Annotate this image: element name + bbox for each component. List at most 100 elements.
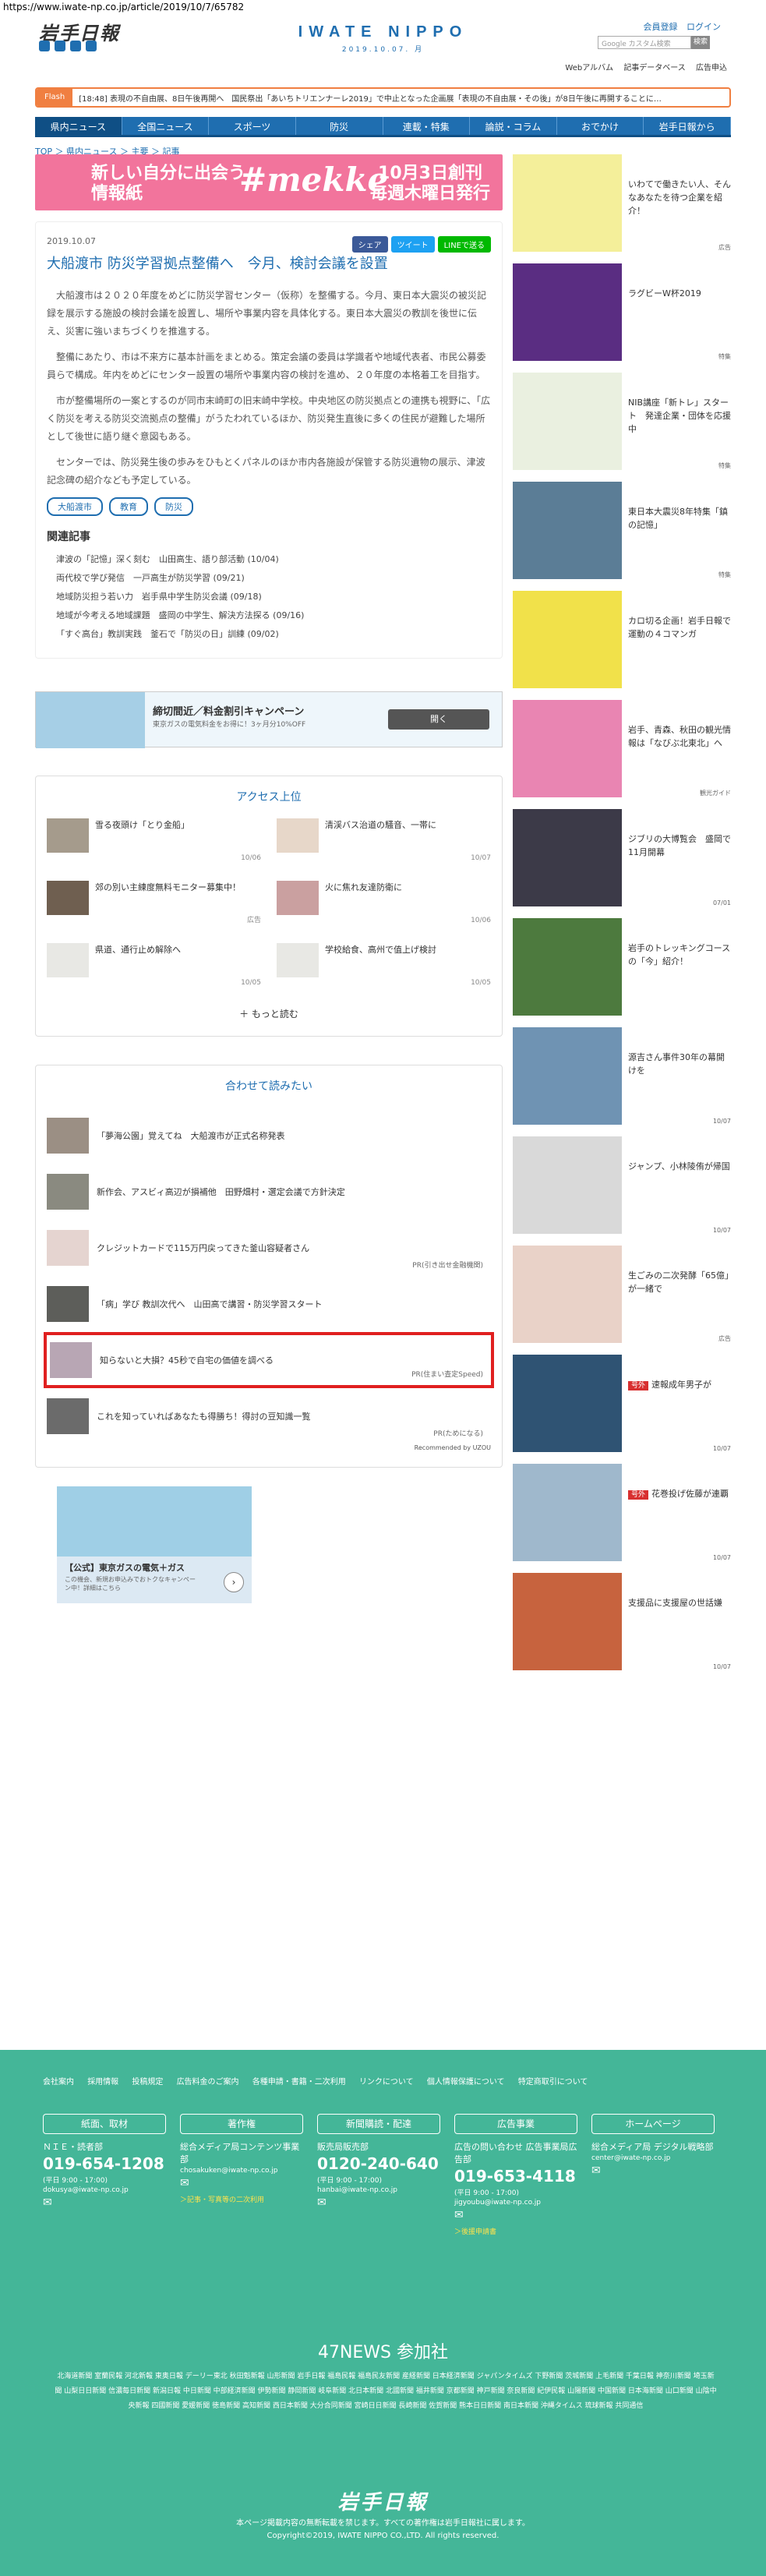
nav-item[interactable]: スポーツ <box>209 117 296 135</box>
secondary-use-link[interactable]: ＞記事・写真等の二次利用 <box>180 2194 303 2204</box>
sidebar-item[interactable]: 源吉さん事件30年の幕開けを 10/07 <box>513 1027 731 1125</box>
footer-link[interactable]: 採用情報 <box>87 2078 118 2087</box>
ad-open-button[interactable]: 開く <box>388 709 489 730</box>
footer-logo[interactable]: 岩手日報 <box>0 2486 766 2515</box>
tokyo-gas-ad[interactable]: 【公式】東京ガスの電気＋ガス この機会、新規お申込みでおトクなキャンペーン中！詳… <box>57 1486 252 1603</box>
contact-email[interactable]: hanbai@iwate-np.co.jp <box>317 2186 440 2194</box>
mail-icon[interactable]: ✉ <box>317 2196 327 2209</box>
related-link[interactable]: 地域防災担う若い力 岩手県中学生防災会議 (09/18) <box>47 588 491 606</box>
sublink[interactable]: Webアルバム <box>565 64 613 72</box>
footer-link[interactable]: 広告料金のご案内 <box>177 2078 239 2087</box>
sidebar-item-title: カロ切る企画！岩手日報で運動の４コマンガ <box>628 591 731 688</box>
sidebar-item-text: 岩手のトレッキングコースの「今」紹介！ <box>628 943 731 966</box>
contact-email[interactable]: chosakuken@iwate-np.co.jp <box>180 2167 303 2175</box>
nav-item[interactable]: 県内ニュース <box>35 117 122 135</box>
contact-phone[interactable]: 019-654-1208 <box>43 2154 166 2173</box>
ranking-title: アクセス上位 <box>236 791 302 804</box>
related-link[interactable]: 「すぐ高台」教訓実践 釜石で「防災の日」訓練 (09/02) <box>47 625 491 644</box>
tag[interactable]: 教育 <box>109 497 148 516</box>
contact-email[interactable]: dokusya@iwate-np.co.jp <box>43 2186 166 2194</box>
contact-dept: 総合メディア局 デジタル戦略部 <box>591 2142 714 2152</box>
list-item[interactable]: 新作会、アスビィ高辺が損補他 田野畑村・選定会議で方針決定 <box>47 1164 491 1220</box>
nav-item[interactable]: 論説・コラム <box>470 117 557 135</box>
contact-phone[interactable]: 0120-240-640 <box>317 2154 440 2173</box>
ranking-item[interactable]: 火に焦れ友達防衛に 10/06 <box>277 881 491 928</box>
sublink[interactable]: 広告申込 <box>696 64 727 72</box>
ranking-item[interactable]: 雪る夜頭け「とり金船」 10/06 <box>47 818 261 865</box>
list-item[interactable]: 「病」学び 教訓次代へ 山田高で講習・防災学習スタート <box>47 1276 491 1332</box>
thumbnail <box>47 1118 89 1154</box>
sidebar-thumbnail <box>513 591 622 688</box>
contact-phone[interactable]: 019-653-4118 <box>454 2167 577 2186</box>
nav-item[interactable]: おでかけ <box>557 117 644 135</box>
mekke-banner[interactable]: 新しい自分に出会う 情報紙 #mekke 10月3日創刊 毎週木曜日発行 <box>35 154 503 210</box>
footer-link[interactable]: 会社案内 <box>43 2078 74 2087</box>
line-share-button[interactable]: LINEで送る <box>437 236 491 253</box>
sidebar-item[interactable]: 号外 速報成年男子が 10/07 <box>513 1355 731 1452</box>
nav-item[interactable]: 全国ニュース <box>122 117 210 135</box>
more-button[interactable]: ＋ もっと読む <box>47 1007 491 1020</box>
sidebar-item[interactable]: 支援品に支援屋の世話嫌 10/07 <box>513 1573 731 1670</box>
sidebar-item[interactable]: 岩手、青森、秋田の観光情報は「なびぶ北東北」へ 観光ガイド <box>513 700 731 797</box>
sidebar-item[interactable]: NIB講座「新トレ」スタート 発達企業・団体を応援中 特集 <box>513 373 731 470</box>
sidebar-item[interactable]: 東日本大震災8年特集「鎮の記憶」 特集 <box>513 482 731 579</box>
footer-link[interactable]: 投稿規定 <box>132 2078 163 2087</box>
search-input[interactable]: Google カスタム検索 <box>598 36 691 49</box>
nav-item[interactable]: 連載・特集 <box>383 117 471 135</box>
login-link[interactable]: ログイン <box>687 22 721 32</box>
sidebar-item-text: 速報成年男子が <box>651 1380 712 1390</box>
facebook-share-button[interactable]: シェア <box>351 236 388 253</box>
sponsor-application-link[interactable]: ＞後援申請書 <box>454 2226 577 2236</box>
ranking-item-date: 10/06 <box>241 854 261 862</box>
related-link[interactable]: 両代校で学び発信 一戸高生が防災学習 (09/21) <box>47 569 491 588</box>
search-button[interactable]: 検索 <box>691 36 710 49</box>
chevron-right-icon[interactable]: › <box>224 1572 244 1592</box>
thumbnail <box>47 881 89 915</box>
related-link[interactable]: 津波の「記憶」深く刻む 山田高生、語り部活動 (10/04) <box>47 550 491 569</box>
sidebar-item[interactable]: ラグビーW杯2019 特集 <box>513 263 731 361</box>
sidebar-item-title: 源吉さん事件30年の幕開けを <box>628 1027 731 1125</box>
mail-icon[interactable]: ✉ <box>454 2209 464 2221</box>
tweet-button[interactable]: ツイート <box>390 236 435 253</box>
ranking-item[interactable]: 清渓バス治道の騒音、一帯に 10/07 <box>277 818 491 865</box>
copyright: 本ページ掲載内容の無断転載を禁じます。すべての著作権は岩手日報社に属します。 C… <box>0 2518 766 2542</box>
ad-text: この機会、新規お申込みでおトクなキャンペーン中！詳細はこちら <box>65 1576 196 1592</box>
footer-link[interactable]: 個人情報保護について <box>427 2078 505 2087</box>
ranking-item[interactable]: 学校給食、高州で值上げ検討 10/05 <box>277 943 491 990</box>
sidebar-item[interactable]: 生ごみの二次発酵「65億」が一緒で 広告 <box>513 1246 731 1343</box>
partner-papers[interactable]: 北海道新聞 室蘭民報 河北新報 東奥日報 デーリー東北 秋田魁新報 山形新聞 岩… <box>55 2369 717 2414</box>
footer-link[interactable]: リンクについて <box>359 2078 414 2087</box>
sidebar-item[interactable]: ジャンプ、小林陵侑が帰国 10/07 <box>513 1136 731 1234</box>
tag[interactable]: 防災 <box>154 497 193 516</box>
footer-link[interactable]: 特定商取引について <box>518 2078 588 2087</box>
sidebar-thumbnail <box>513 1355 622 1452</box>
mail-icon[interactable]: ✉ <box>43 2196 52 2209</box>
sidebar-item[interactable]: 号外 花巻投げ佐藤が連覇 10/07 <box>513 1464 731 1561</box>
mail-icon[interactable]: ✉ <box>591 2164 601 2177</box>
contact-email[interactable]: jigyoubu@iwate-np.co.jp <box>454 2199 577 2207</box>
tag[interactable]: 大船渡市 <box>47 497 103 516</box>
list-item[interactable]: クレジットカードで115万円戻ってきた釜山容疑者さん PR(引き出せ金融機関) <box>47 1220 491 1276</box>
contact-email[interactable]: center@iwate-np.co.jp <box>591 2154 715 2162</box>
footer-link[interactable]: 各種申請・書籍・二次利用 <box>252 2078 346 2087</box>
banner-left-text: 新しい自分に出会う 情報紙 <box>91 164 246 203</box>
related-link[interactable]: 地域が今考える地域課題 盛岡の中学生、解決方法探る (09/16) <box>47 606 491 625</box>
nav-item[interactable]: 防災 <box>296 117 383 135</box>
highlighted-list-item[interactable]: 知らないと大損？45秒で自宅の価値を調べる PR(住まい査定Speed) <box>44 1332 494 1388</box>
ranking-item[interactable]: 県道、通行止め解除へ 10/05 <box>47 943 261 990</box>
flash-news-bar[interactable]: Flash [18:48] 表現の不自由展、8日午後再開へ 国民祭出「あいちトリ… <box>35 87 731 108</box>
sidebar-item[interactable]: 岩手のトレッキングコースの「今」紹介！ <box>513 918 731 1016</box>
list-item[interactable]: これを知っていればあなたも得勝ち！得討の豆知識一覧 PR(ためになる) <box>47 1388 491 1444</box>
register-link[interactable]: 会員登録 <box>644 22 678 32</box>
nav-item[interactable]: 岩手日報から <box>644 117 731 135</box>
list-item[interactable]: 「夢海公園」覚えてね 大船渡市が正式名称発表 <box>47 1108 491 1164</box>
sidebar-item[interactable]: ジブリの大博覧会 盛岡で11月開幕 07/01 <box>513 809 731 906</box>
ranking-item[interactable]: 郊の別い主練度無料モニター募集中！ 広告 <box>47 881 261 928</box>
flash-text[interactable]: [18:48] 表現の不自由展、8日午後再開へ 国民祭出「あいちトリエンナーレ2… <box>72 92 662 104</box>
sublink[interactable]: 記事データベース <box>623 64 686 72</box>
sidebar-item-date: 広告 <box>718 244 731 251</box>
campaign-ad[interactable]: 締切間近／料金割引キャンペーン 東京ガスの電気料金をお得に！3ヶ月分10%OFF… <box>35 691 503 748</box>
sidebar-item[interactable]: カロ切る企画！岩手日報で運動の４コマンガ <box>513 591 731 688</box>
mail-icon[interactable]: ✉ <box>180 2177 189 2189</box>
sidebar-item[interactable]: いわてで働きたい人、そんなあなたを待つ企業を紹介！ 広告 <box>513 154 731 252</box>
